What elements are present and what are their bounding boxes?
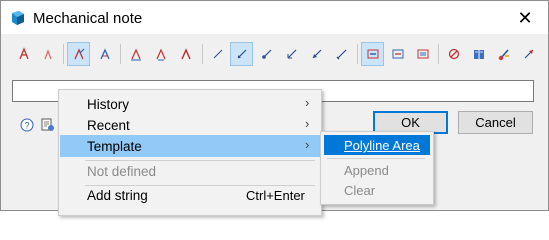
help-icon[interactable]: ? xyxy=(20,118,34,132)
menu-separator xyxy=(327,158,425,159)
align-left-text-icon xyxy=(130,48,141,61)
title-bar: Mechanical note ✕ xyxy=(1,1,548,34)
leader-pen-icon xyxy=(73,48,84,60)
chevron-right-icon: › xyxy=(305,116,310,131)
menu-item-recent[interactable]: Recent › xyxy=(60,114,320,136)
submenu-item-label: Append xyxy=(344,163,389,178)
chevron-right-icon: › xyxy=(305,137,310,152)
frame-icon xyxy=(367,49,378,59)
menu-item-label: Recent xyxy=(87,118,130,133)
close-button[interactable]: ✕ xyxy=(506,3,544,33)
text-pen-small-button[interactable] xyxy=(36,42,59,66)
library-icon xyxy=(473,50,484,59)
menu-item-history[interactable]: History › xyxy=(60,93,320,115)
frame-stack-button[interactable] xyxy=(411,42,434,66)
context-menu: History › Recent › Template › Not define… xyxy=(58,89,322,216)
line-dot-icon xyxy=(261,49,271,59)
text-pen-icon xyxy=(18,47,29,60)
line-thin-icon xyxy=(213,49,222,59)
brush-icon xyxy=(498,49,509,61)
menu-item-label: Not defined xyxy=(87,164,157,179)
text-pen-button[interactable] xyxy=(12,42,35,66)
line-arrow-button[interactable] xyxy=(230,42,253,66)
align-left-text-button[interactable] xyxy=(124,42,147,66)
library-button[interactable] xyxy=(467,42,490,66)
line-arrow-icon xyxy=(237,49,246,59)
submenu-item-append: Append xyxy=(324,160,430,180)
frame-stack-icon xyxy=(417,49,428,59)
submenu-item-polyline-area[interactable]: Polyline Area xyxy=(324,135,430,155)
line-dot-button[interactable] xyxy=(255,42,278,66)
line-angle-icon xyxy=(287,49,296,59)
toolbar xyxy=(9,42,539,70)
window-title: Mechanical note xyxy=(33,10,143,27)
align-right-text-button[interactable] xyxy=(174,42,197,66)
line-end-icon xyxy=(336,49,346,60)
text-pen-small-icon xyxy=(43,49,52,60)
brush-button[interactable] xyxy=(492,42,515,66)
line-arrow-alt-button[interactable] xyxy=(305,42,328,66)
no-symbol-button[interactable] xyxy=(442,42,465,66)
align-center-text-icon xyxy=(155,48,166,61)
menu-item-label: History xyxy=(87,97,130,112)
template-submenu: Polyline Area Append Clear xyxy=(320,131,434,205)
menu-item-not-defined: Not defined xyxy=(60,160,320,182)
frame-alt-icon xyxy=(392,49,403,59)
submenu-item-label: Clear xyxy=(344,183,376,198)
submenu-item-clear: Clear xyxy=(324,180,430,200)
frame-alt-button[interactable] xyxy=(386,42,409,66)
frame-button[interactable] xyxy=(361,42,384,66)
checkmark-flag-icon xyxy=(524,49,533,59)
line-end-button[interactable] xyxy=(330,42,353,66)
no-symbol-icon xyxy=(448,48,459,60)
text-pen-alt-button[interactable] xyxy=(93,42,116,66)
align-center-text-button[interactable] xyxy=(149,42,172,66)
menu-item-label: Template xyxy=(87,139,142,154)
leader-pen-button[interactable] xyxy=(67,42,90,66)
text-pen-alt-icon xyxy=(99,48,110,60)
submenu-item-label: Polyline Area xyxy=(344,138,420,153)
line-arrow-alt-icon xyxy=(312,49,321,59)
app-icon xyxy=(12,11,24,25)
cancel-button[interactable]: Cancel xyxy=(458,111,533,134)
settings-icon[interactable] xyxy=(41,118,55,132)
menu-item-add-string[interactable]: Add string Ctrl+Enter xyxy=(60,184,320,206)
menu-item-label: Add string xyxy=(87,188,148,203)
align-right-text-icon xyxy=(180,48,191,60)
chevron-right-icon: › xyxy=(305,95,310,110)
menu-item-shortcut: Ctrl+Enter xyxy=(246,188,305,203)
line-thin-button[interactable] xyxy=(206,42,229,66)
checkmark-flag-button[interactable] xyxy=(517,42,540,66)
line-angle-button[interactable] xyxy=(280,42,303,66)
svg-text:?: ? xyxy=(24,121,29,131)
close-icon: ✕ xyxy=(517,8,533,28)
menu-item-template[interactable]: Template › xyxy=(60,135,320,157)
